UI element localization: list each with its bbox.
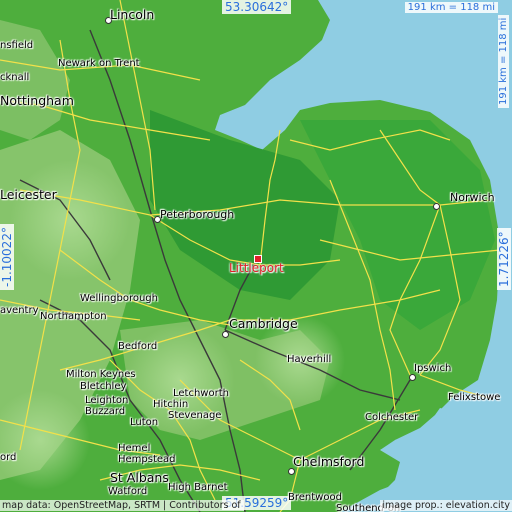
- place-newark[interactable]: Newark on Trent: [58, 58, 140, 70]
- map-data-credit: map data: OpenStreetMap, SRTM | Contribu…: [0, 500, 244, 511]
- place-aylesbury[interactable]: ord: [0, 452, 16, 464]
- place-stevenage[interactable]: Stevenage: [168, 410, 221, 422]
- scale-vertical: 191 km = 118 mi: [498, 14, 509, 108]
- place-leicester[interactable]: Leicester: [0, 188, 57, 201]
- place-nottingham[interactable]: Nottingham: [0, 94, 74, 107]
- place-brentwood[interactable]: Brentwood: [288, 492, 342, 504]
- place-daventry[interactable]: aventry: [0, 305, 39, 317]
- place-marker: [222, 331, 229, 338]
- place-watford[interactable]: Watford: [108, 486, 147, 498]
- longitude-right: 1.71226°: [497, 228, 511, 290]
- place-bletchley[interactable]: Bletchley: [80, 381, 126, 393]
- place-mansfield[interactable]: nsfield: [0, 40, 33, 52]
- place-hucknall[interactable]: cknall: [0, 72, 29, 84]
- place-marker: [409, 374, 416, 381]
- place-st-albans[interactable]: St Albans: [110, 471, 169, 484]
- place-hempstead[interactable]: Hempstead: [118, 454, 176, 466]
- place-norwich[interactable]: Norwich: [450, 192, 495, 204]
- place-high-barnet[interactable]: High Barnet: [168, 482, 228, 494]
- place-bedford[interactable]: Bedford: [118, 341, 157, 353]
- image-credit: image prop.: elevation.city: [380, 500, 512, 511]
- place-marker: [433, 203, 440, 210]
- target-place-label[interactable]: Littleport: [229, 261, 284, 275]
- latitude-top: 53.30642°: [222, 0, 292, 14]
- place-felixstowe[interactable]: Felixstowe: [448, 392, 500, 404]
- place-cambridge[interactable]: Cambridge: [229, 317, 298, 330]
- place-peterborough[interactable]: Peterborough: [160, 209, 234, 221]
- place-luton[interactable]: Luton: [130, 417, 158, 429]
- place-buzzard[interactable]: Buzzard: [85, 406, 125, 418]
- place-colchester[interactable]: Colchester: [365, 412, 418, 424]
- place-chelmsford[interactable]: Chelmsford: [293, 455, 364, 468]
- longitude-left: -1.10022°: [0, 224, 14, 290]
- place-lincoln[interactable]: Lincoln: [110, 8, 154, 21]
- place-haverhill[interactable]: Haverhill: [287, 354, 331, 366]
- place-milton-keynes[interactable]: Milton Keynes: [66, 369, 136, 381]
- place-ipswich[interactable]: Ipswich: [414, 363, 451, 375]
- place-wellingborough[interactable]: Wellingborough: [80, 293, 158, 305]
- place-marker: [288, 468, 295, 475]
- scale-horizontal: 191 km = 118 mi: [404, 2, 498, 13]
- place-northampton[interactable]: Northampton: [40, 311, 107, 323]
- elevation-map[interactable]: 53.30642° 51.59259° -1.10022° 1.71226° 1…: [0, 0, 512, 512]
